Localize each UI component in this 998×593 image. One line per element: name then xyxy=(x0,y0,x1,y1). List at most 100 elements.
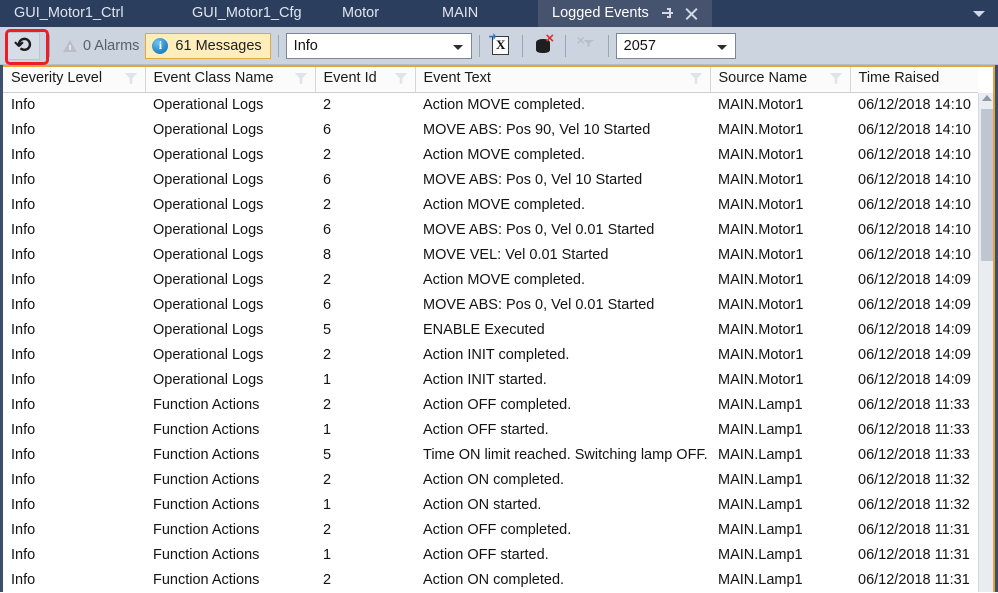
cell-severity: Info xyxy=(3,468,145,493)
event-toolbar: ⟳ 0 Alarms 61 Messages Info xyxy=(0,27,998,65)
export-to-excel-button[interactable] xyxy=(487,33,515,59)
cell-time: 06/12/2018 11:33 xyxy=(850,393,978,418)
filter-funnel-icon[interactable] xyxy=(295,73,308,84)
cell-event_text: ENABLE Executed xyxy=(415,318,710,343)
tab-label: GUI_Motor1_Ctrl xyxy=(14,0,124,27)
close-icon[interactable] xyxy=(685,7,698,20)
cell-severity: Info xyxy=(3,193,145,218)
filter-funnel-icon[interactable] xyxy=(830,73,843,84)
cell-source: MAIN.Lamp1 xyxy=(710,518,850,543)
table-row[interactable]: InfoFunction Actions2Action ON completed… xyxy=(3,568,978,593)
column-header-row: Severity Level Event Class Name Event IdEv… xyxy=(3,65,978,92)
cell-event_id: 2 xyxy=(315,393,415,418)
refresh-icon: ⟳ xyxy=(14,35,32,56)
cell-source: MAIN.Motor1 xyxy=(710,143,850,168)
cell-event_text: Action ON completed. xyxy=(415,468,710,493)
pin-icon[interactable] xyxy=(661,7,674,20)
column-header-severity[interactable]: Severity Level xyxy=(3,65,145,92)
clear-database-button[interactable] xyxy=(530,33,558,59)
cell-time: 06/12/2018 11:31 xyxy=(850,568,978,593)
cell-source: MAIN.Motor1 xyxy=(710,268,850,293)
refresh-button-wrapper: ⟳ xyxy=(4,31,42,61)
table-row[interactable]: InfoOperational Logs6MOVE ABS: Pos 90, V… xyxy=(3,118,978,143)
cell-event_id: 2 xyxy=(315,568,415,593)
tab-controls xyxy=(661,7,698,20)
cell-class: Operational Logs xyxy=(145,92,315,118)
cell-time: 06/12/2018 11:33 xyxy=(850,418,978,443)
column-header-inner: Severity Level xyxy=(11,70,145,86)
events-table-head: Severity Level Event Class Name Event IdEv… xyxy=(3,65,978,92)
cell-time: 06/12/2018 11:32 xyxy=(850,493,978,518)
column-header-event_id[interactable]: Event Id xyxy=(315,65,415,92)
record-count-select[interactable]: 2057 xyxy=(616,33,736,59)
filter-funnel-icon[interactable] xyxy=(125,73,138,84)
cell-severity: Info xyxy=(3,393,145,418)
tab-label: MAIN xyxy=(442,0,478,27)
table-row[interactable]: InfoFunction Actions2Action OFF complete… xyxy=(3,518,978,543)
table-row[interactable]: InfoOperational Logs6MOVE ABS: Pos 0, Ve… xyxy=(3,168,978,193)
cell-event_text: Action INIT started. xyxy=(415,368,710,393)
table-row[interactable]: InfoOperational Logs2Action MOVE complet… xyxy=(3,92,978,118)
cell-source: MAIN.Motor1 xyxy=(710,92,850,118)
cell-source: MAIN.Motor1 xyxy=(710,243,850,268)
cell-time: 06/12/2018 11:32 xyxy=(850,468,978,493)
table-row[interactable]: InfoFunction Actions2Action ON completed… xyxy=(3,468,978,493)
cell-class: Operational Logs xyxy=(145,143,315,168)
table-row[interactable]: InfoFunction Actions1Action OFF started.… xyxy=(3,543,978,568)
filter-funnel-icon[interactable] xyxy=(395,73,408,84)
table-row[interactable]: InfoOperational Logs2Action INIT complet… xyxy=(3,343,978,368)
refresh-button[interactable]: ⟳ xyxy=(6,32,40,60)
tab-motor[interactable]: Motor xyxy=(328,0,428,27)
cell-event_id: 2 xyxy=(315,343,415,368)
column-header-inner: Event Id xyxy=(324,70,415,86)
table-row[interactable]: InfoFunction Actions1Action OFF started.… xyxy=(3,418,978,443)
toolbar-divider xyxy=(565,35,566,57)
tab-label: Motor xyxy=(342,0,379,27)
tab-bar: GUI_Motor1_Ctrl GUI_Motor1_Cfg Motor MAI… xyxy=(0,0,998,27)
events-grid[interactable]: Severity Level Event Class Name Event IdEv… xyxy=(0,65,998,592)
tab-main[interactable]: MAIN xyxy=(428,0,538,27)
cell-event_id: 2 xyxy=(315,268,415,293)
cell-class: Operational Logs xyxy=(145,293,315,318)
messages-indicator[interactable]: 61 Messages xyxy=(145,33,270,59)
cell-source: MAIN.Motor1 xyxy=(710,193,850,218)
column-header-class[interactable]: Event Class Name xyxy=(145,65,315,92)
table-row[interactable]: InfoOperational Logs2Action MOVE complet… xyxy=(3,268,978,293)
table-row[interactable]: InfoFunction Actions1Action ON started.M… xyxy=(3,493,978,518)
tab-gui-motor1-ctrl[interactable]: GUI_Motor1_Ctrl xyxy=(0,0,178,27)
cell-class: Function Actions xyxy=(145,468,315,493)
table-row[interactable]: InfoOperational Logs2Action MOVE complet… xyxy=(3,143,978,168)
table-row[interactable]: InfoOperational Logs1Action INIT started… xyxy=(3,368,978,393)
cell-class: Operational Logs xyxy=(145,118,315,143)
cell-severity: Info xyxy=(3,118,145,143)
clear-filter-button[interactable] xyxy=(573,33,601,59)
alarms-indicator[interactable]: 0 Alarms xyxy=(57,36,145,56)
tab-logged-events[interactable]: Logged Events xyxy=(538,0,712,27)
table-row[interactable]: InfoOperational Logs8MOVE VEL: Vel 0.01 … xyxy=(3,243,978,268)
tab-overflow-button[interactable] xyxy=(968,0,990,27)
column-header-time[interactable]: Time Raised xyxy=(850,65,978,92)
table-row[interactable]: InfoOperational Logs6MOVE ABS: Pos 0, Ve… xyxy=(3,293,978,318)
cell-source: MAIN.Lamp1 xyxy=(710,543,850,568)
clear-filter-icon xyxy=(578,37,596,55)
cell-source: MAIN.Lamp1 xyxy=(710,443,850,468)
table-row[interactable]: InfoFunction Actions2Action OFF complete… xyxy=(3,393,978,418)
cell-severity: Info xyxy=(3,92,145,118)
events-table: Severity Level Event Class Name Event IdEv… xyxy=(3,65,979,592)
column-header-event_text[interactable]: Event Text xyxy=(415,65,710,92)
toolbar-divider xyxy=(479,35,480,57)
column-header-inner: Event Class Name xyxy=(154,70,315,86)
scroll-up-arrow-icon[interactable] xyxy=(982,95,992,101)
cell-event_id: 6 xyxy=(315,293,415,318)
table-row[interactable]: InfoOperational Logs5ENABLE ExecutedMAIN… xyxy=(3,318,978,343)
column-header-source[interactable]: Source Name xyxy=(710,65,850,92)
tab-gui-motor1-cfg[interactable]: GUI_Motor1_Cfg xyxy=(178,0,328,27)
cell-event_id: 1 xyxy=(315,418,415,443)
filter-funnel-icon[interactable] xyxy=(690,73,703,84)
table-row[interactable]: InfoOperational Logs2Action MOVE complet… xyxy=(3,193,978,218)
cell-event_text: Action OFF started. xyxy=(415,543,710,568)
table-row[interactable]: InfoOperational Logs6MOVE ABS: Pos 0, Ve… xyxy=(3,218,978,243)
severity-filter-select[interactable]: Info xyxy=(286,33,472,59)
warning-triangle-icon xyxy=(63,39,77,53)
table-row[interactable]: InfoFunction Actions5Time ON limit reach… xyxy=(3,443,978,468)
